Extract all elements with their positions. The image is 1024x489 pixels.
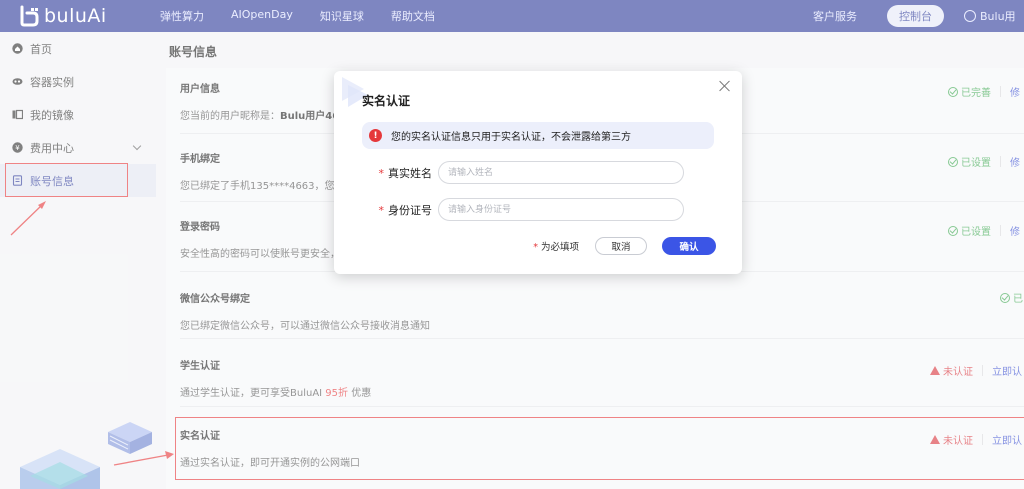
name-row: * 真实姓名 [362,161,692,184]
cancel-button[interactable]: 取消 [595,237,647,255]
close-icon[interactable] [718,79,732,93]
alert-icon: ! [369,129,382,142]
id-number-input[interactable] [438,198,684,221]
id-row: * 身份证号 [362,198,692,221]
name-input[interactable] [438,161,684,184]
modal-footer: * 为必填项 取消 确认 [533,237,716,255]
realname-modal: 实名认证 ! 您的实名认证信息只用于实名认证，不会泄露给第三方 *真实姓名 *身… [334,71,742,274]
required-note: * 为必填项 [533,242,579,253]
modal-title: 实名认证 [362,94,411,108]
name-label: * 真实姓名 [378,166,433,180]
privacy-notice: ! 您的实名认证信息只用于实名认证，不会泄露给第三方 [362,122,714,149]
notice-text: 您的实名认证信息只用于实名认证，不会泄露给第三方 [391,132,631,143]
confirm-button[interactable]: 确认 [662,237,716,255]
id-label: * 身份证号 [378,203,433,217]
